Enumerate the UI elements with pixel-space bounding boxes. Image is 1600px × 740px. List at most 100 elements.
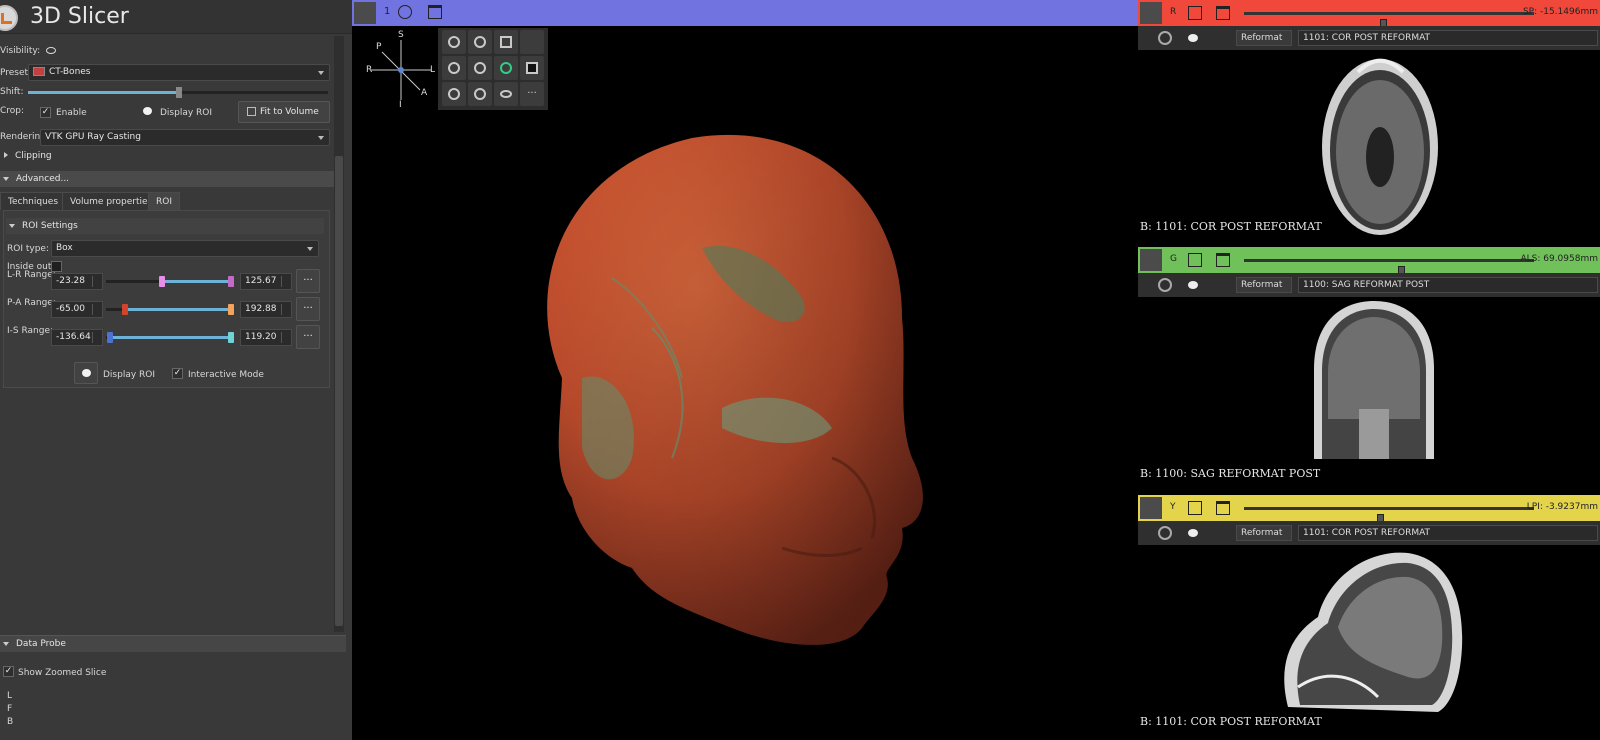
app-title: 3D Slicer <box>30 4 129 29</box>
range-slider-fill <box>162 280 232 283</box>
reformat-combo[interactable]: Reformat <box>1236 525 1292 541</box>
visibility-button[interactable] <box>494 82 518 106</box>
display-roi-bottom-toggle[interactable] <box>74 362 98 384</box>
range-high-handle[interactable] <box>228 332 235 343</box>
volume-selector[interactable]: 1101: COR POST REFORMAT <box>1298 30 1598 46</box>
range-low-handle[interactable] <box>106 332 113 343</box>
panel-scrollbar-thumb[interactable] <box>335 156 343 626</box>
eye-icon[interactable] <box>1188 529 1198 537</box>
visibility-eye-icon[interactable] <box>46 47 56 54</box>
zoom-in-button[interactable] <box>442 56 466 80</box>
yellow-slice-view[interactable]: Y LPI: -3.9237mm Reformat 1101: COR POST… <box>1138 495 1600 740</box>
axes-button[interactable] <box>494 56 518 80</box>
reformat-combo[interactable]: Reformat <box>1236 277 1292 293</box>
link-slice-icon[interactable] <box>1188 6 1202 20</box>
range-min-spinbox[interactable]: -136.64 <box>51 329 103 346</box>
fit-to-volume-button[interactable]: Fit to Volume <box>238 101 330 123</box>
panel-scrollbar[interactable] <box>334 36 344 632</box>
maximize-view-icon[interactable] <box>1216 501 1230 515</box>
range-options-button[interactable]: ··· <box>296 325 320 349</box>
display-roi-toggle[interactable] <box>143 107 152 115</box>
red-slice-view[interactable]: R SP: -15.1496mm Reformat 1101: COR POST… <box>1138 0 1600 245</box>
range-options-button[interactable]: ··· <box>296 297 320 321</box>
maximize-view-icon[interactable] <box>428 5 442 19</box>
pin-button[interactable] <box>354 2 376 24</box>
eye-icon[interactable] <box>1188 281 1198 289</box>
shift-slider-track[interactable] <box>28 87 328 98</box>
background-button[interactable] <box>520 56 544 80</box>
range-slider-track[interactable] <box>106 332 235 343</box>
tab-roi[interactable]: ROI <box>148 192 180 210</box>
probe-line-f: F <box>7 704 13 714</box>
roi-settings-label: ROI Settings <box>22 221 78 231</box>
interactive-mode-checkbox[interactable]: ✓ <box>172 368 183 379</box>
range-slider-track[interactable] <box>106 304 235 315</box>
pin-button[interactable] <box>1140 249 1162 271</box>
crop-enable-label: Enable <box>56 108 87 118</box>
show-zoomed-slice-checkbox[interactable]: ✓ <box>3 666 14 677</box>
range-min-spinbox[interactable]: -65.00 <box>51 301 103 318</box>
volume-selector[interactable]: 1100: SAG REFORMAT POST <box>1298 277 1598 293</box>
zoom-out-button[interactable] <box>442 82 466 106</box>
eye-icon[interactable] <box>1188 34 1198 42</box>
link-icon[interactable] <box>1158 31 1172 45</box>
reformat-combo[interactable]: Reformat <box>1236 30 1292 46</box>
shift-slider-fill <box>28 91 178 94</box>
chevron-down-icon <box>3 176 9 181</box>
spin-button[interactable] <box>520 30 544 54</box>
range-low-handle[interactable] <box>159 276 166 287</box>
range-slider-track[interactable] <box>106 276 235 287</box>
radio-dot-icon <box>82 369 91 377</box>
range-low-handle[interactable] <box>122 304 129 315</box>
shift-slider-handle[interactable] <box>176 87 182 98</box>
green-slice-view[interactable]: G ALS: 69.0958mm Reformat 1100: SAG REFO… <box>1138 247 1600 493</box>
range-options-button[interactable]: ··· <box>296 269 320 293</box>
red-slice-offset-slider[interactable] <box>1244 12 1534 31</box>
volume-selector[interactable]: 1101: COR POST REFORMAT <box>1298 525 1598 541</box>
link-views-button[interactable] <box>442 30 466 54</box>
background-icon <box>526 62 538 74</box>
range-max-spinbox[interactable]: 125.67 <box>240 273 292 290</box>
red-slice-bar: R SP: -15.1496mm <box>1138 0 1600 31</box>
maximize-view-icon[interactable] <box>1216 6 1230 20</box>
link-icon[interactable] <box>1158 278 1172 292</box>
yellow-slice-offset: LPI: -3.9237mm <box>1526 502 1598 512</box>
maximize-view-icon[interactable] <box>1216 253 1230 267</box>
data-probe-label: Data Probe <box>16 639 66 649</box>
range-label: L-R Range: <box>7 270 56 280</box>
tab-volume-properties[interactable]: Volume properties <box>62 192 161 210</box>
yellow-slice-offset-slider[interactable] <box>1244 507 1534 526</box>
link-slice-icon[interactable] <box>1188 253 1202 267</box>
data-probe-section[interactable]: Data Probe <box>0 635 346 652</box>
clipping-section[interactable]: Clipping <box>0 148 330 164</box>
more-options-button[interactable]: ··· <box>520 82 544 106</box>
volume-rendering-image <box>547 134 923 645</box>
snapshot-button[interactable] <box>468 82 492 106</box>
link-icon <box>448 36 460 48</box>
cube-view-button[interactable] <box>494 30 518 54</box>
range-high-handle[interactable] <box>228 276 235 287</box>
range-max-spinbox[interactable]: 192.88 <box>240 301 292 318</box>
range-min-spinbox[interactable]: -23.28 <box>51 273 103 290</box>
green-slice-offset-slider[interactable] <box>1244 259 1534 278</box>
range-max-spinbox[interactable]: 119.20 <box>240 329 292 346</box>
pin-button[interactable] <box>1140 2 1162 24</box>
center-button[interactable] <box>468 30 492 54</box>
crop-enable-checkbox[interactable]: ✓ <box>40 107 51 118</box>
roi-type-combo[interactable]: Box <box>51 240 319 257</box>
center-view-icon[interactable] <box>398 5 412 19</box>
advanced-section[interactable]: Advanced... <box>0 171 334 187</box>
tab-techniques[interactable]: Techniques <box>0 192 67 210</box>
rendering-combo[interactable]: VTK GPU Ray Casting <box>40 129 330 146</box>
3d-view[interactable]: 1 S P R L A I ··· <box>352 0 1138 740</box>
crop-label: Crop: <box>0 106 25 116</box>
range-slider-fill <box>109 336 232 339</box>
link-icon[interactable] <box>1158 526 1172 540</box>
preset-combo[interactable]: CT-Bones <box>28 64 330 81</box>
link-slice-icon[interactable] <box>1188 501 1202 515</box>
roi-settings-header[interactable]: ROI Settings <box>6 218 324 234</box>
preset-label: Preset: <box>0 68 32 78</box>
pin-button[interactable] <box>1140 497 1162 519</box>
range-high-handle[interactable] <box>228 304 235 315</box>
rock-button[interactable] <box>468 56 492 80</box>
